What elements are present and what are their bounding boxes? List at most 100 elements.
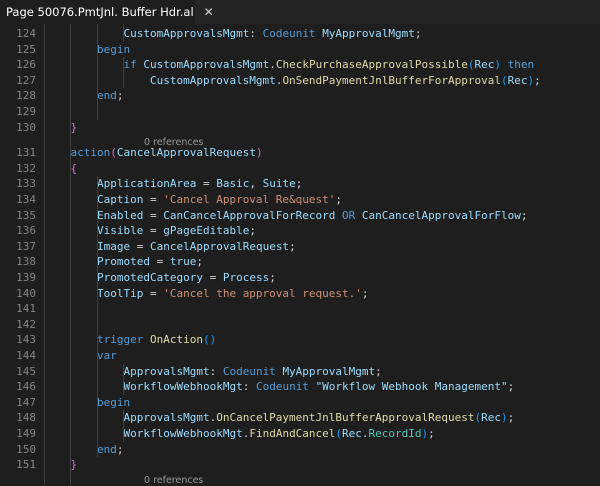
code-token: OnSendPaymentJnlBufferForApproval bbox=[282, 73, 501, 87]
code-text: { bbox=[44, 161, 78, 177]
code-token: = bbox=[196, 177, 217, 191]
code-token: 'Cancel Approval Re&quest' bbox=[163, 193, 336, 206]
line-number: 135 bbox=[16, 208, 36, 222]
code-token: Rec bbox=[474, 58, 495, 72]
code-token: FindAndCancel bbox=[249, 427, 336, 440]
code-token: CheckPurchaseApprovalPossible bbox=[275, 58, 468, 72]
code-text: action(CancelApprovalRequest) bbox=[44, 145, 263, 161]
code-token: : bbox=[249, 27, 263, 40]
code-token: Rec bbox=[507, 73, 528, 87]
line-number: 136 bbox=[16, 224, 36, 238]
code-token: OnCancelPaymentJnlBufferApprovalRequest bbox=[216, 411, 475, 425]
code-token: ToolTip bbox=[96, 286, 144, 300]
line-number: 143 bbox=[16, 333, 36, 347]
code-line[interactable]: 135 Enabled = CanCancelApprovalForRecord… bbox=[0, 208, 600, 224]
code-text: var bbox=[44, 348, 117, 364]
code-line[interactable]: 138 Promoted = true; bbox=[0, 254, 600, 270]
code-token: ; bbox=[414, 27, 422, 40]
code-text: begin bbox=[44, 42, 130, 58]
code-line[interactable]: 132 { bbox=[0, 161, 600, 177]
code-text: CustomApprovalsMgmt.OnSendPaymentJnlBuff… bbox=[44, 73, 541, 89]
code-token: ( bbox=[110, 146, 117, 160]
code-line[interactable]: 140 ToolTip = 'Cancel the approval reque… bbox=[0, 286, 600, 302]
code-token: RecordId bbox=[368, 427, 422, 440]
code-token: CancelApprovalRequest bbox=[116, 146, 256, 160]
code-token: = bbox=[202, 271, 223, 284]
code-token: if bbox=[123, 58, 137, 72]
code-line[interactable]: 134 Caption = 'Cancel Approval Re&quest'… bbox=[0, 192, 600, 208]
code-line[interactable]: 124 CustomApprovalsMgmt: Codeunit MyAppr… bbox=[0, 26, 600, 42]
code-token: begin bbox=[96, 395, 131, 409]
code-token: Codeunit bbox=[222, 364, 276, 378]
code-token: ; bbox=[534, 73, 541, 87]
code-line[interactable]: 144 var bbox=[0, 348, 600, 364]
code-text: CustomApprovalsMgmt: Codeunit MyApproval… bbox=[44, 26, 422, 42]
code-line[interactable]: 126 if CustomApprovalsMgmt.CheckPurchase… bbox=[0, 57, 600, 73]
code-line[interactable]: 143 trigger OnAction() bbox=[0, 332, 600, 348]
code-line[interactable]: 129 bbox=[0, 104, 600, 120]
code-text: end; bbox=[44, 442, 124, 458]
code-line[interactable]: 136 Visible = gPageEditable; bbox=[0, 223, 600, 239]
code-token: ; bbox=[269, 271, 276, 284]
code-text: Enabled = CanCancelApprovalForRecord OR … bbox=[44, 208, 528, 224]
code-line[interactable]: 145 ApprovalsMgmt: Codeunit MyApprovalMg… bbox=[0, 364, 600, 380]
line-number: 144 bbox=[16, 349, 36, 362]
code-line[interactable]: 137 Image = CancelApprovalRequest; bbox=[0, 239, 600, 255]
line-number: 129 bbox=[16, 105, 36, 118]
code-token: ; bbox=[507, 380, 515, 394]
code-text: Promoted = true; bbox=[44, 254, 203, 270]
code-token: , bbox=[249, 177, 263, 191]
code-line[interactable]: 139 PromotedCategory = Process; bbox=[0, 270, 600, 286]
code-token: . bbox=[361, 427, 369, 440]
code-token: true bbox=[169, 255, 197, 269]
code-token: 'Cancel the approval request.' bbox=[163, 286, 362, 300]
code-line[interactable]: 147 begin bbox=[0, 395, 600, 411]
code-editor[interactable]: 0 references 0 references 124 CustomAppr… bbox=[0, 24, 600, 485]
code-token: ; bbox=[520, 208, 528, 222]
code-line[interactable]: 130 } bbox=[0, 120, 600, 136]
line-number: 148 bbox=[16, 411, 36, 425]
code-token: CustomApprovalsMgmt bbox=[123, 27, 250, 40]
code-line[interactable]: 133 ApplicationArea = Basic, Suite; bbox=[0, 176, 600, 192]
code-line[interactable]: 125 begin bbox=[0, 42, 600, 58]
indent-guide bbox=[123, 24, 125, 42]
line-number: 133 bbox=[16, 177, 36, 191]
tab-page-50076[interactable]: Page 50076.PmtJnl. Buffer Hdr.al ✕ bbox=[0, 0, 214, 24]
code-line[interactable]: 128 end; bbox=[0, 88, 600, 104]
code-lens-references[interactable]: 0 references bbox=[144, 475, 203, 486]
code-line[interactable]: 149 WorkflowWebhookMgt.FindAndCancel(Rec… bbox=[0, 426, 600, 442]
code-text: ApplicationArea = Basic, Suite; bbox=[44, 176, 302, 192]
code-line[interactable]: 150 end; bbox=[0, 442, 600, 458]
code-line[interactable]: 131 action(CancelApprovalRequest) bbox=[0, 145, 600, 161]
indent-guide bbox=[96, 24, 98, 120]
code-text: begin bbox=[44, 395, 130, 411]
code-token: : bbox=[242, 380, 256, 394]
code-line[interactable]: 142 bbox=[0, 317, 600, 333]
code-token: OR bbox=[342, 208, 356, 222]
code-token: trigger bbox=[96, 333, 144, 347]
close-icon[interactable]: ✕ bbox=[204, 6, 214, 18]
code-token: CanCancelApprovalForFlow bbox=[361, 208, 521, 222]
code-token: gPageEditable bbox=[163, 224, 250, 238]
code-text: ToolTip = 'Cancel the approval request.'… bbox=[44, 286, 369, 302]
code-line[interactable]: 141 bbox=[0, 301, 600, 317]
line-number: 124 bbox=[16, 27, 36, 40]
code-token: MyApprovalMgmt bbox=[282, 364, 376, 378]
code-token: ; bbox=[289, 239, 296, 253]
code-token: action bbox=[70, 146, 111, 160]
code-line[interactable]: 146 WorkflowWebhookMgt: Codeunit "Workfl… bbox=[0, 379, 600, 395]
code-line[interactable]: 127 CustomApprovalsMgmt.OnSendPaymentJnl… bbox=[0, 73, 600, 89]
code-token: Suite bbox=[262, 177, 296, 191]
line-number: 127 bbox=[16, 73, 36, 87]
code-line[interactable]: 151 } bbox=[0, 457, 600, 473]
code-line[interactable]: 148 ApprovalsMgmt.OnCancelPaymentJnlBuff… bbox=[0, 410, 600, 426]
